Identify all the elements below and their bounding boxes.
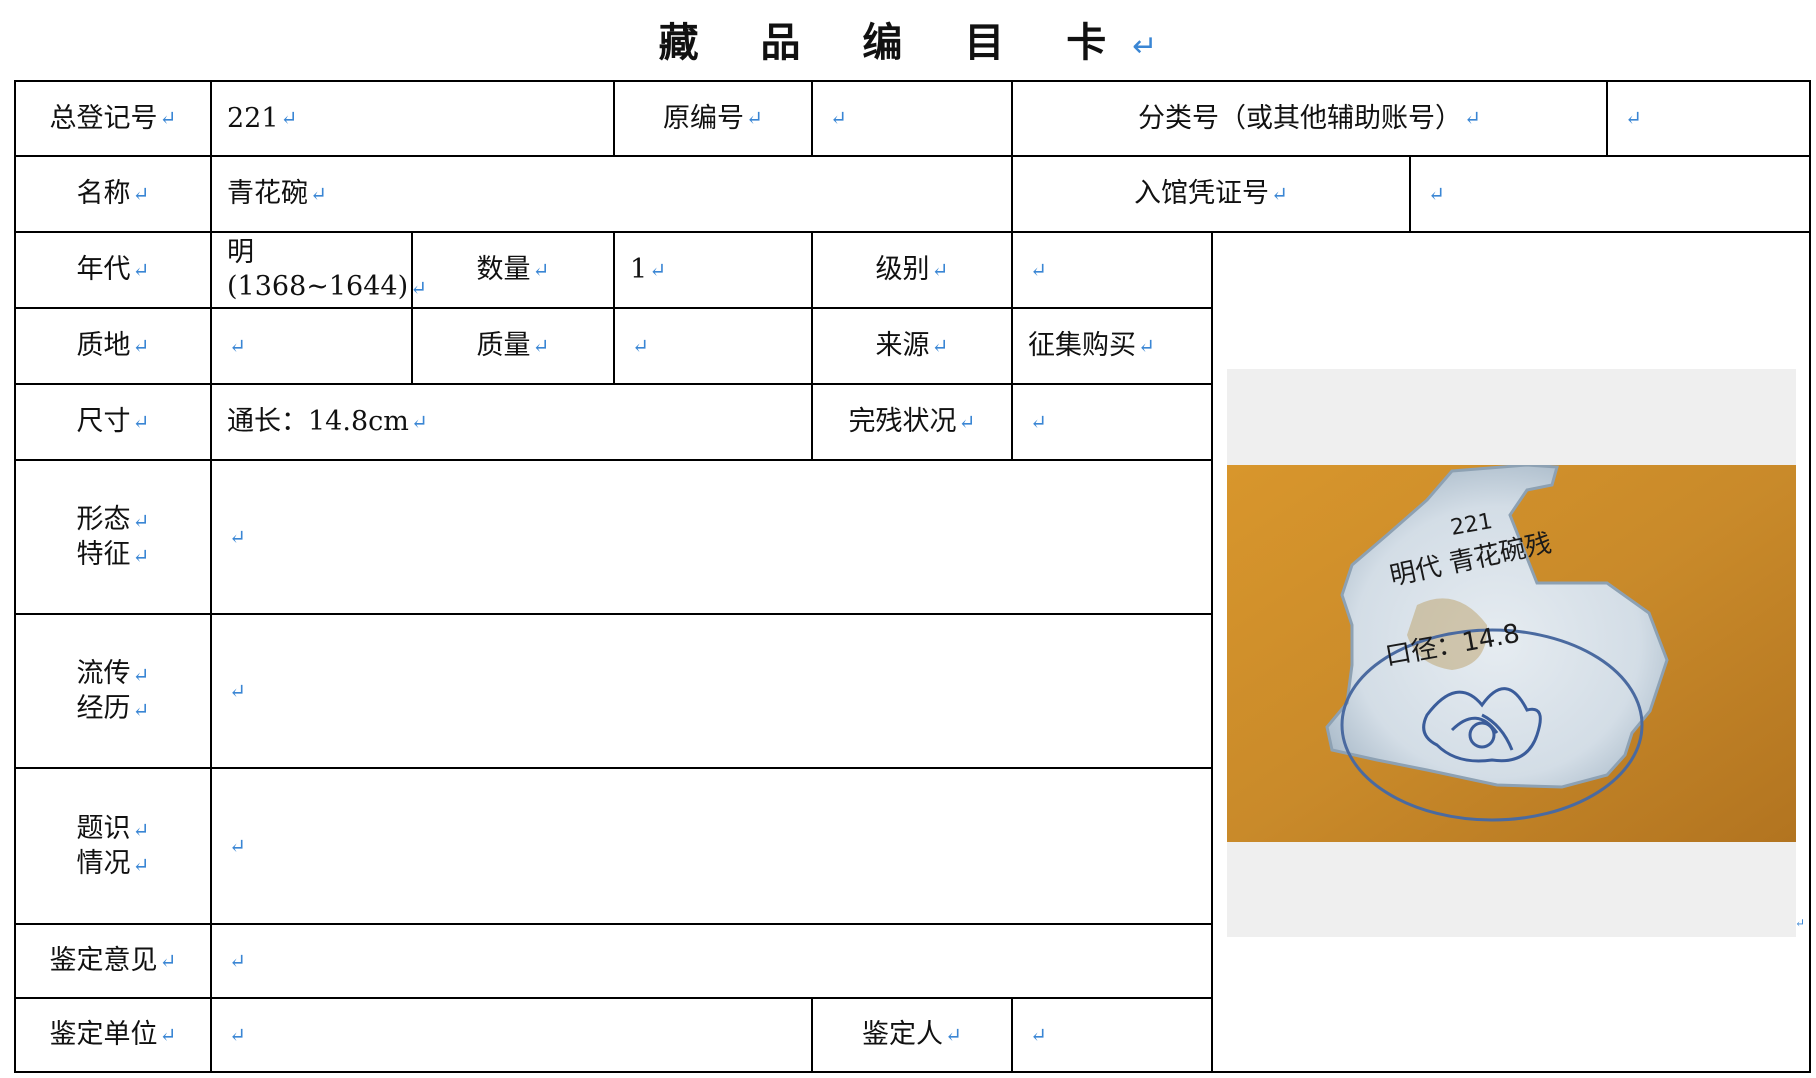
value-inscription: ↵	[210, 767, 1211, 923]
value-name: 青花碗 ↵	[210, 155, 1011, 231]
label-form-features: 形态↵ 特征↵	[14, 459, 210, 613]
label-original-no: 原编号 ↵	[613, 80, 811, 155]
value-size: 通长：14.8cm ↵	[210, 383, 811, 459]
label-material: 质地 ↵	[14, 307, 210, 383]
label-name: 名称 ↵	[14, 155, 210, 231]
label-size: 尺寸 ↵	[14, 383, 210, 459]
label-provenance: 流传↵ 经历↵	[14, 613, 210, 767]
artifact-photo-frame: 221 明代 青花碗残 口径：14.8	[1227, 369, 1796, 937]
label-appraiser: 鉴定人 ↵	[811, 997, 1011, 1071]
label-accession-voucher: 入馆凭证号 ↵	[1011, 155, 1409, 231]
value-class-no: ↵	[1606, 80, 1809, 155]
value-original-no: ↵	[811, 80, 1011, 155]
value-source: 征集购买 ↵	[1011, 307, 1211, 383]
label-grade: 级别 ↵	[811, 231, 1011, 307]
value-era: 明 (1368~1644)↵	[210, 231, 427, 307]
label-condition: 完残状况 ↵	[811, 383, 1011, 459]
table-border-right	[1809, 80, 1811, 1073]
value-quantity: 1 ↵	[613, 231, 811, 307]
artifact-photo: 221 明代 青花碗残 口径：14.8	[1227, 465, 1796, 842]
label-appraisal-opinion: 鉴定意见 ↵	[14, 923, 210, 997]
label-inscription: 题识↵ 情况↵	[14, 767, 210, 923]
label-weight: 质量 ↵	[411, 307, 613, 383]
value-form-features: ↵	[210, 459, 1211, 613]
photo-paragraph-mark: ↵	[1795, 916, 1806, 930]
label-class-no: 分类号（或其他辅助账号） ↵	[1011, 80, 1606, 155]
table-border-bottom	[14, 1071, 1811, 1073]
value-accession-voucher: ↵	[1409, 155, 1809, 231]
value-total-reg-no: 221 ↵	[210, 80, 613, 155]
value-weight: ↵	[613, 307, 811, 383]
label-appraisal-unit: 鉴定单位 ↵	[14, 997, 210, 1071]
label-era: 年代 ↵	[14, 231, 210, 307]
value-condition: ↵	[1011, 383, 1211, 459]
value-material: ↵	[210, 307, 411, 383]
label-source: 来源 ↵	[811, 307, 1011, 383]
value-appraisal-opinion: ↵	[210, 923, 1211, 997]
value-provenance: ↵	[210, 613, 1211, 767]
label-total-reg-no: 总登记号 ↵	[14, 80, 210, 155]
label-quantity: 数量 ↵	[411, 231, 613, 307]
catalog-card-table: 总登记号 ↵ 221 ↵ 原编号 ↵ ↵ 分类号（或其他辅助账号） ↵ ↵ 名称 ↵ 青花…	[0, 0, 1816, 1078]
value-appraiser: ↵	[1011, 997, 1211, 1071]
value-appraisal-unit: ↵	[210, 997, 811, 1071]
value-grade: ↵	[1011, 231, 1211, 307]
